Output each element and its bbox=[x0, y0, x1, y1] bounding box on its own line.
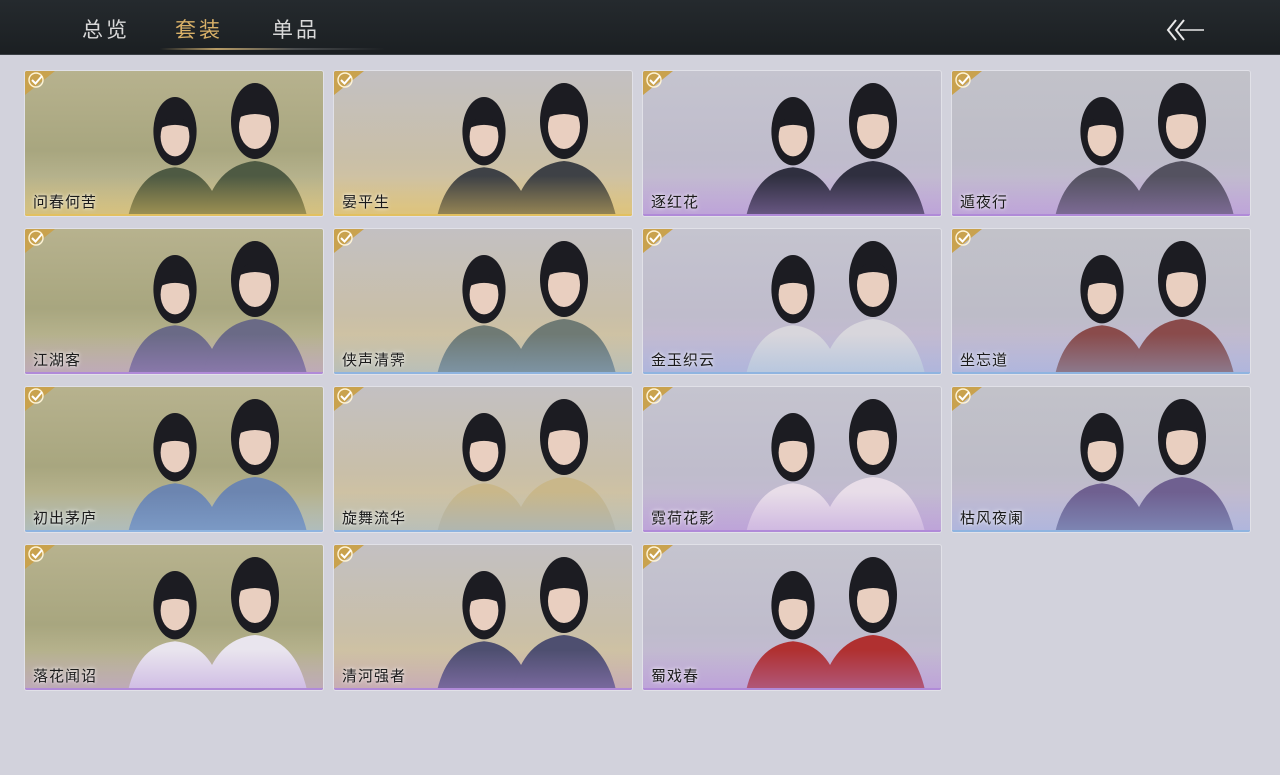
outfit-name: 晏平生 bbox=[342, 193, 391, 211]
check-corner-icon bbox=[25, 545, 55, 569]
outfit-card[interactable]: 问春何苦 bbox=[25, 71, 323, 216]
back-button[interactable] bbox=[1162, 16, 1210, 44]
check-corner-icon bbox=[643, 71, 673, 95]
check-corner-icon bbox=[334, 229, 364, 253]
outfit-card[interactable]: 坐忘道 bbox=[952, 229, 1250, 374]
outfit-name: 金玉织云 bbox=[651, 351, 716, 369]
outfit-card[interactable]: 枯风夜阑 bbox=[952, 387, 1250, 532]
double-chevron-left-arrow-icon bbox=[1166, 19, 1204, 41]
outfit-card[interactable]: 遁夜行 bbox=[952, 71, 1250, 216]
check-corner-icon bbox=[25, 71, 55, 95]
outfit-name: 坐忘道 bbox=[960, 351, 1009, 369]
rarity-bar bbox=[25, 372, 323, 374]
outfit-name: 逐红花 bbox=[651, 193, 700, 211]
outfit-name: 侠声清霁 bbox=[342, 351, 407, 369]
outfit-name: 遁夜行 bbox=[960, 193, 1009, 211]
check-corner-icon bbox=[643, 229, 673, 253]
rarity-bar bbox=[952, 214, 1250, 216]
rarity-bar bbox=[334, 688, 632, 690]
outfit-name: 江湖客 bbox=[33, 351, 82, 369]
outfit-card[interactable]: 清河强者 bbox=[334, 545, 632, 690]
rarity-bar bbox=[952, 372, 1250, 374]
outfit-card[interactable]: 霓荷花影 bbox=[643, 387, 941, 532]
check-corner-icon bbox=[25, 387, 55, 411]
outfit-card[interactable]: 逐红花 bbox=[643, 71, 941, 216]
rarity-bar bbox=[643, 214, 941, 216]
check-corner-icon bbox=[643, 545, 673, 569]
tab-overview[interactable]: 总览 bbox=[82, 14, 130, 44]
rarity-bar bbox=[25, 530, 323, 532]
rarity-bar bbox=[952, 530, 1250, 532]
rarity-bar bbox=[643, 372, 941, 374]
outfit-name: 问春何苦 bbox=[33, 193, 98, 211]
outfit-name: 枯风夜阑 bbox=[960, 509, 1025, 527]
tab-outfit-sets[interactable]: 套装 bbox=[175, 14, 223, 44]
outfit-name: 旋舞流华 bbox=[342, 509, 407, 527]
active-tab-underline bbox=[160, 48, 385, 50]
outfit-name: 蜀戏春 bbox=[651, 667, 700, 685]
check-corner-icon bbox=[952, 71, 982, 95]
rarity-bar bbox=[334, 530, 632, 532]
rarity-bar bbox=[643, 688, 941, 690]
outfit-name: 落花闻诏 bbox=[33, 667, 98, 685]
outfit-name: 初出茅庐 bbox=[33, 509, 98, 527]
outfit-card[interactable]: 落花闻诏 bbox=[25, 545, 323, 690]
outfit-card[interactable]: 江湖客 bbox=[25, 229, 323, 374]
outfit-card[interactable]: 旋舞流华 bbox=[334, 387, 632, 532]
outfit-name: 清河强者 bbox=[342, 667, 407, 685]
check-corner-icon bbox=[952, 387, 982, 411]
check-corner-icon bbox=[334, 71, 364, 95]
rarity-bar bbox=[25, 214, 323, 216]
check-corner-icon bbox=[334, 545, 364, 569]
check-corner-icon bbox=[952, 229, 982, 253]
outfit-card[interactable]: 初出茅庐 bbox=[25, 387, 323, 532]
top-nav-bar: 总览 套装 单品 bbox=[0, 0, 1280, 55]
outfit-name: 霓荷花影 bbox=[651, 509, 716, 527]
outfit-card[interactable]: 金玉织云 bbox=[643, 229, 941, 374]
rarity-bar bbox=[643, 530, 941, 532]
rarity-bar bbox=[334, 372, 632, 374]
check-corner-icon bbox=[643, 387, 673, 411]
outfit-card[interactable]: 晏平生 bbox=[334, 71, 632, 216]
outfit-card[interactable]: 蜀戏春 bbox=[643, 545, 941, 690]
outfit-card[interactable]: 侠声清霁 bbox=[334, 229, 632, 374]
tab-single-items[interactable]: 单品 bbox=[272, 14, 320, 44]
check-corner-icon bbox=[334, 387, 364, 411]
rarity-bar bbox=[25, 688, 323, 690]
rarity-bar bbox=[334, 214, 632, 216]
check-corner-icon bbox=[25, 229, 55, 253]
